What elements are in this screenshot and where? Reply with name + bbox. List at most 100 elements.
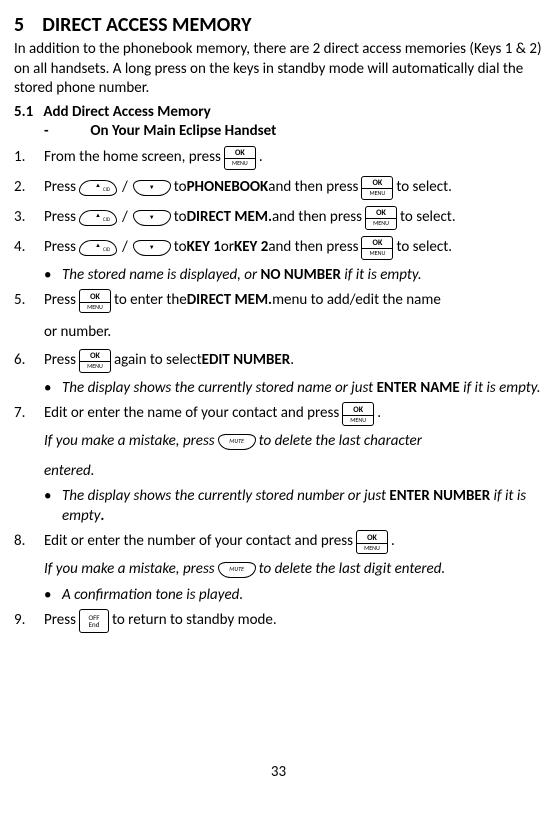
- step-text: Press: [44, 351, 76, 371]
- dash: -: [14, 122, 70, 142]
- ok-menu-button-icon: OKMENU: [79, 349, 111, 373]
- step-text: Press: [44, 178, 76, 198]
- step-7-mistake: If you make a mistake, press MUTE to del…: [44, 432, 543, 452]
- step-8-note: • A confirmation tone is played.: [44, 586, 543, 606]
- ok-menu-button-icon: OKMENU: [356, 530, 388, 554]
- bullet-icon: •: [44, 487, 62, 526]
- step-text: Edit or enter the name of your contact a…: [44, 404, 339, 424]
- directmem-label: DIRECT MEM.: [187, 208, 272, 228]
- off-end-button-icon: OFFEnd: [79, 609, 109, 633]
- up-arrow-button-icon: [79, 210, 117, 226]
- step-text: Press: [44, 238, 76, 258]
- page-number: 33: [14, 763, 543, 783]
- step-text: to: [174, 178, 187, 198]
- section-title: DIRECT ACCESS MEMORY: [42, 13, 251, 37]
- step-8-mistake: If you make a mistake, press MUTE to del…: [44, 560, 543, 580]
- handset-title: On Your Main Eclipse Handset: [90, 122, 276, 140]
- ok-menu-button-icon: OKMENU: [361, 176, 393, 200]
- step-text: or number.: [44, 323, 111, 343]
- step-text: to select.: [396, 178, 452, 198]
- step-7-note: • The display shows the currently stored…: [44, 487, 543, 526]
- section-heading: 5 DIRECT ACCESS MEMORY: [14, 12, 543, 38]
- step-6: 6. Press OKMENU again to select EDIT NUM…: [14, 349, 543, 373]
- step-number: 8.: [14, 532, 44, 552]
- bullet-text: The display shows the currently stored n…: [62, 379, 543, 399]
- up-arrow-button-icon: [79, 240, 117, 256]
- step-text: menu to add/edit the name: [272, 291, 441, 311]
- step-3: 3. Press / to DIRECT MEM. and then press…: [14, 206, 543, 230]
- mistake-text: to delete the last digit entered.: [259, 560, 446, 580]
- step-text: .: [377, 404, 381, 424]
- bullet-text: The stored name is displayed, or NO NUMB…: [62, 266, 543, 286]
- step-text: and then press: [268, 178, 358, 198]
- mistake-text: If you make a mistake, press: [44, 560, 215, 580]
- step-number: 6.: [14, 351, 44, 371]
- mute-button-icon: MUTE: [218, 434, 256, 450]
- editnumber-label: EDIT NUMBER: [202, 351, 291, 371]
- mute-button-icon: MUTE: [218, 562, 256, 578]
- step-4: 4. Press / to KEY 1 or KEY 2 and then pr…: [14, 236, 543, 260]
- bullet-text: The display shows the currently stored n…: [62, 487, 543, 526]
- step-text: to: [174, 208, 187, 228]
- mistake-text: entered.: [44, 462, 95, 482]
- down-arrow-button-icon: [133, 210, 171, 226]
- step-number: 2.: [14, 178, 44, 198]
- subsection-heading: 5.1 Add Direct Access Memory: [14, 103, 543, 123]
- step-text: and then press: [272, 208, 362, 228]
- step-text: Press: [44, 611, 76, 631]
- directmem-label: DIRECT MEM.: [187, 291, 272, 311]
- step-5: 5. Press OKMENU to enter the DIRECT MEM.…: [14, 289, 543, 313]
- step-text: to: [174, 238, 187, 258]
- subsection-number: 5.1: [14, 103, 33, 121]
- key2-label: KEY 2: [234, 238, 268, 258]
- step-text: again to select: [114, 351, 202, 371]
- step-7-mistake-cont: entered.: [44, 462, 543, 482]
- step-text: Press: [44, 208, 76, 228]
- step-text: From the home screen, press: [44, 148, 221, 168]
- step-5-continuation: or number.: [44, 323, 543, 343]
- ok-menu-button-icon: OKMENU: [224, 146, 256, 170]
- step-text: Press: [44, 291, 76, 311]
- step-text: to select.: [400, 208, 456, 228]
- bullet-text: A confirmation tone is played.: [62, 586, 543, 606]
- step-number: 4.: [14, 238, 44, 258]
- ok-menu-button-icon: OKMENU: [365, 206, 397, 230]
- bullet-icon: •: [44, 379, 62, 399]
- ok-menu-button-icon: OKMENU: [361, 236, 393, 260]
- key1-label: KEY 1: [187, 238, 221, 258]
- step-text: to enter the: [114, 291, 187, 311]
- mistake-text: to delete the last character: [259, 432, 422, 452]
- mistake-text: If you make a mistake, press: [44, 432, 215, 452]
- step-text: and then press: [268, 238, 358, 258]
- step-number: 1.: [14, 148, 44, 168]
- step-text: to return to standby mode.: [112, 611, 277, 631]
- step-4-note: • The stored name is displayed, or NO NU…: [44, 266, 543, 286]
- phonebook-label: PHONEBOOK: [187, 178, 269, 198]
- step-text: to select.: [396, 238, 452, 258]
- handset-heading: - On Your Main Eclipse Handset: [14, 122, 543, 142]
- slash: /: [122, 178, 128, 198]
- step-text: Edit or enter the number of your contact…: [44, 532, 353, 552]
- ok-menu-button-icon: OKMENU: [79, 289, 111, 313]
- intro-paragraph: In addition to the phonebook memory, the…: [14, 40, 543, 99]
- step-number: 9.: [14, 611, 44, 631]
- step-text: .: [391, 532, 395, 552]
- step-text: .: [290, 351, 294, 371]
- step-9: 9. Press OFFEnd to return to standby mod…: [14, 609, 543, 633]
- step-8: 8. Edit or enter the number of your cont…: [14, 530, 543, 554]
- step-1: 1. From the home screen, press OKMENU .: [14, 146, 543, 170]
- step-2: 2. Press / to PHONEBOOK and then press O…: [14, 176, 543, 200]
- bullet-icon: •: [44, 586, 62, 606]
- section-number: 5: [14, 13, 24, 37]
- step-number: 3.: [14, 208, 44, 228]
- down-arrow-button-icon: [133, 180, 171, 196]
- up-arrow-button-icon: [79, 180, 117, 196]
- step-text: .: [259, 148, 263, 168]
- down-arrow-button-icon: [133, 240, 171, 256]
- step-6-note: • The display shows the currently stored…: [44, 379, 543, 399]
- slash: /: [122, 208, 128, 228]
- bullet-icon: •: [44, 266, 62, 286]
- subsection-title: Add Direct Access Memory: [43, 103, 210, 121]
- step-number: 7.: [14, 404, 44, 424]
- slash: /: [122, 238, 128, 258]
